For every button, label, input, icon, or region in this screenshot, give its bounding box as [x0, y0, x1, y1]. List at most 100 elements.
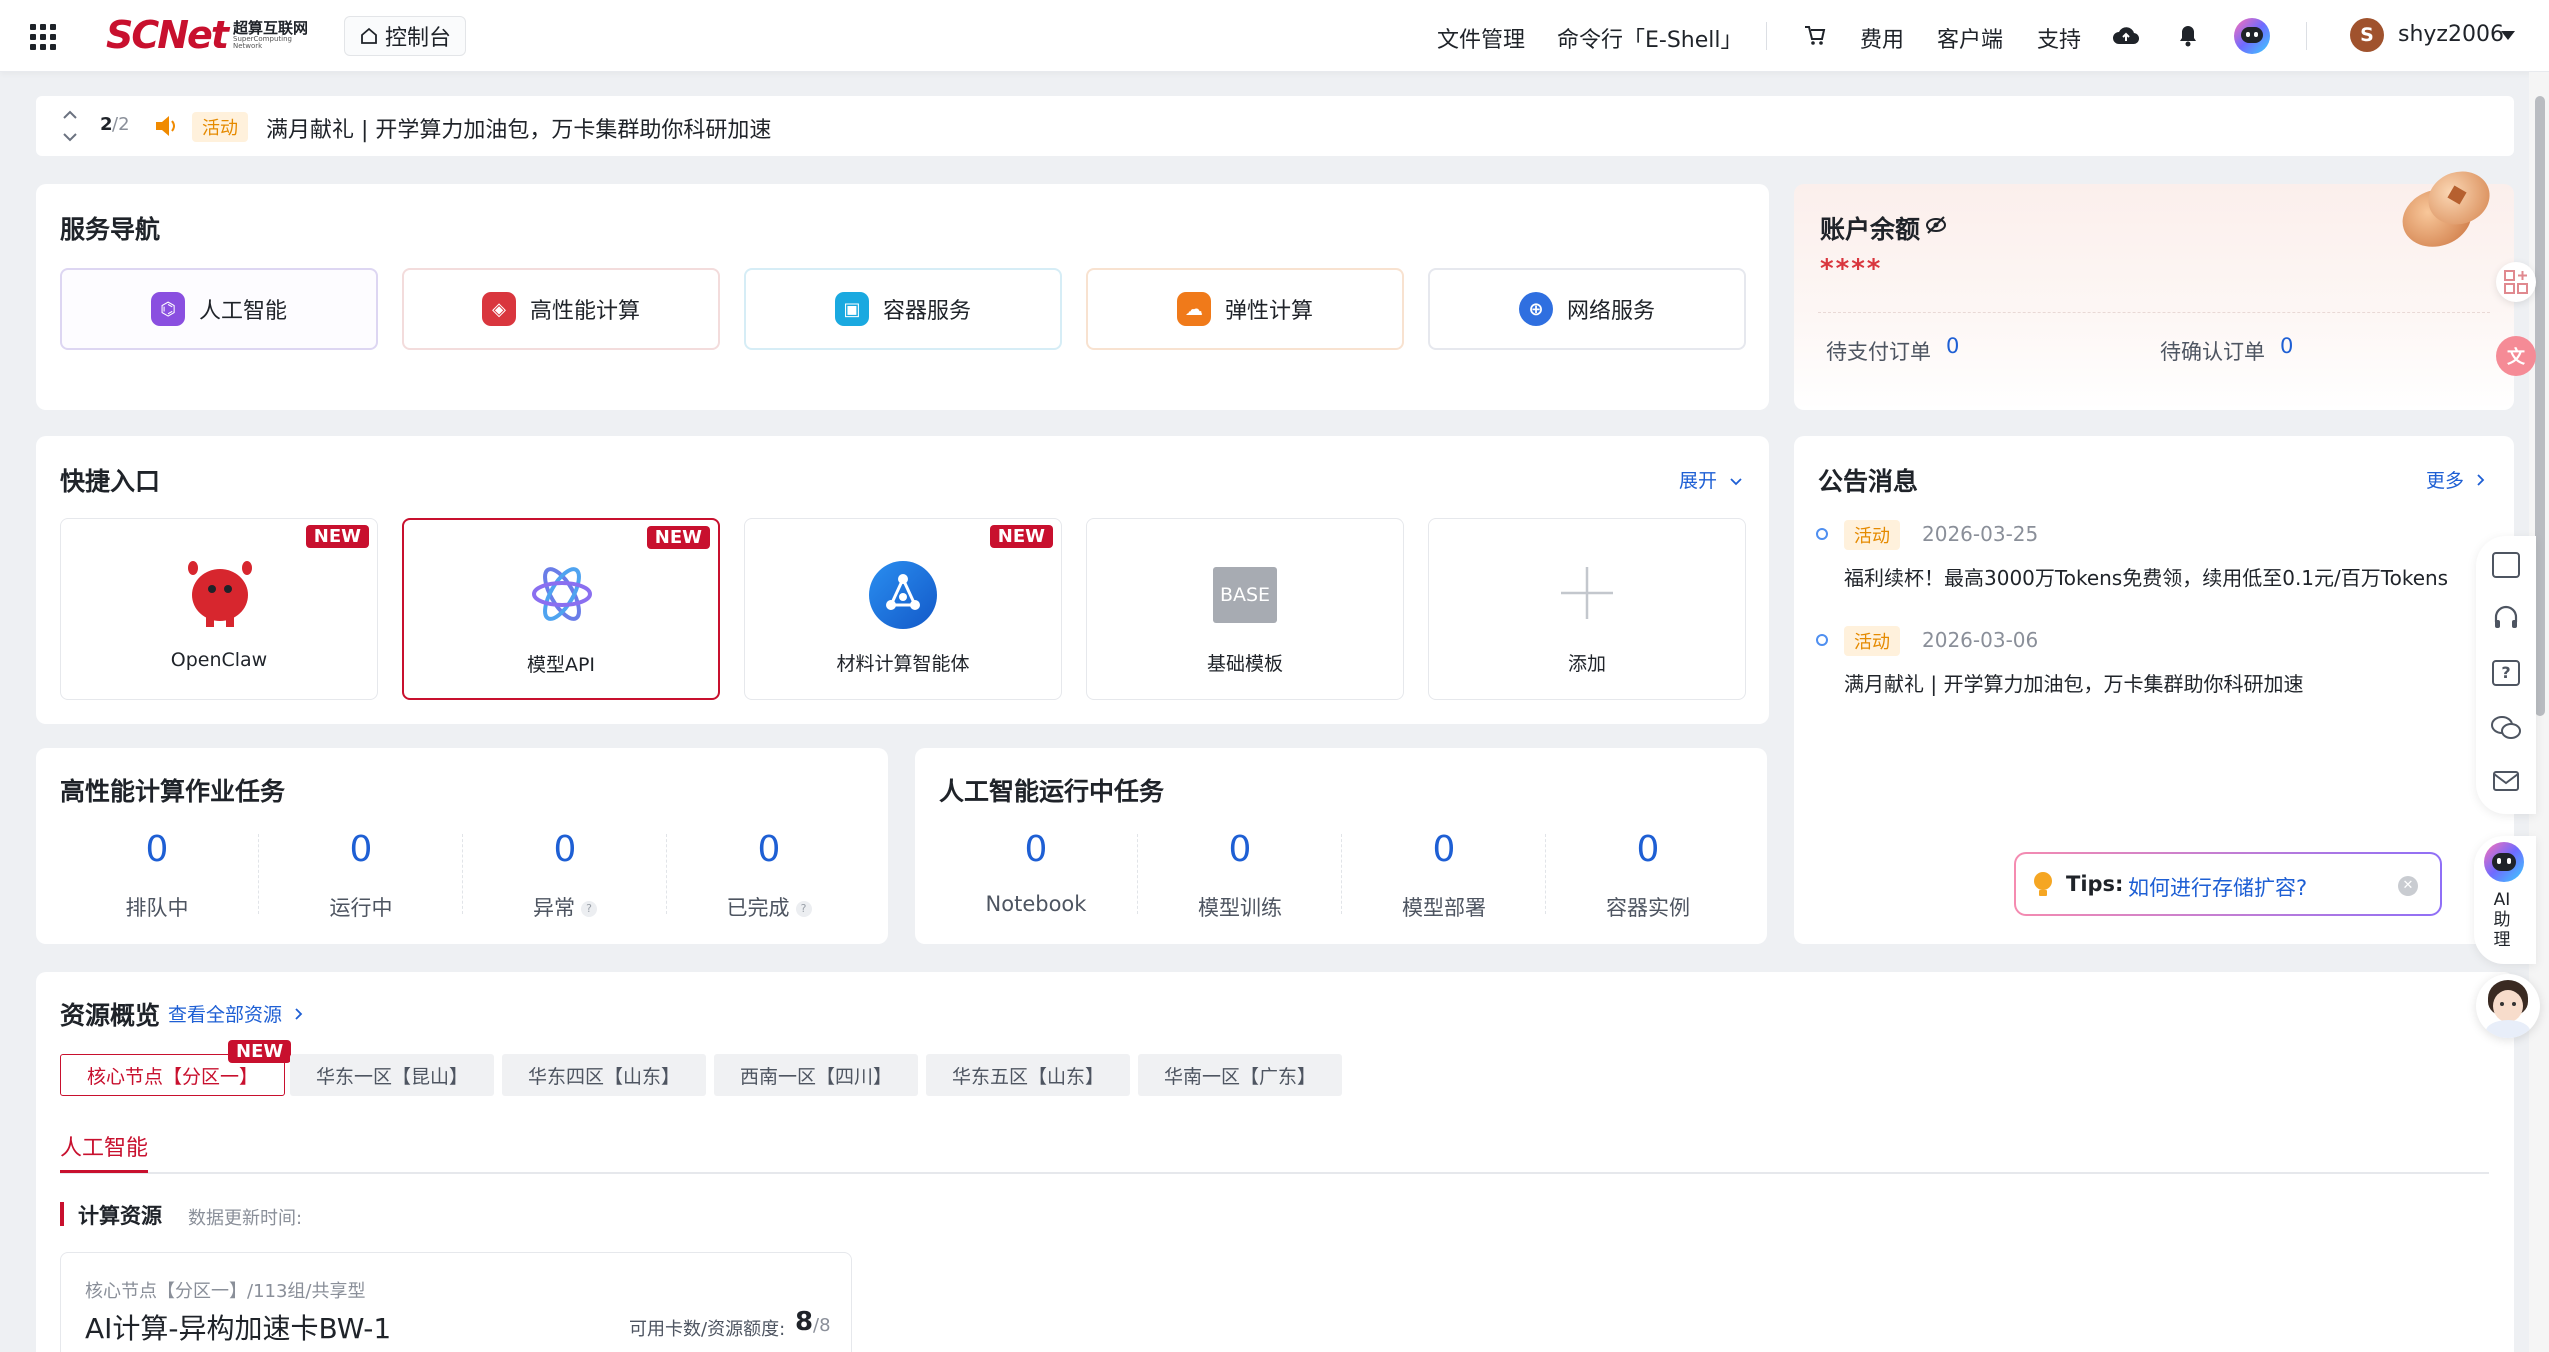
stat-label: 排队中	[125, 896, 189, 920]
notice-text[interactable]: 福利续杯！最高3000万Tokens免费领，续用低至0.1元/百万Tokens	[1844, 562, 2448, 591]
widget-add-button[interactable]	[2496, 262, 2536, 302]
stat-label: 模型训练	[1198, 896, 1282, 920]
user-avatar[interactable]: S	[2350, 18, 2384, 52]
apps-grid-icon[interactable]	[30, 24, 56, 50]
region-tab-xinan1[interactable]: 西南一区【四川】	[714, 1054, 919, 1096]
new-badge: NEW	[228, 1040, 292, 1063]
stat-label: 容器实例	[1606, 896, 1690, 920]
quick-entry-material-agent[interactable]: NEW 材料计算智能体	[744, 518, 1062, 700]
cloud-upload-icon[interactable]	[2112, 24, 2140, 48]
stat-completed[interactable]: 0 已完成?	[667, 832, 871, 922]
region-tab-huanan1[interactable]: 华南一区【广东】	[1138, 1054, 1343, 1096]
pending-confirm-count[interactable]: 0	[2280, 334, 2293, 358]
new-badge: NEW	[989, 525, 1053, 548]
stat-running[interactable]: 0 运行中	[259, 832, 463, 922]
wechat-icon[interactable]	[2490, 714, 2522, 742]
stat-value: 0	[757, 829, 781, 870]
quick-entry-openclaw[interactable]: NEW OpenClaw	[60, 518, 378, 700]
banner-text[interactable]: 满月献礼 | 开学算力加油包，万卡集群助你科研加速	[266, 112, 771, 144]
service-container-label: 容器服务	[882, 299, 971, 324]
tab-divider	[60, 1172, 2489, 1174]
speaker-icon	[156, 116, 175, 136]
service-network-button[interactable]: ⊕ 网络服务	[1428, 268, 1746, 350]
tab-ai[interactable]: 人工智能	[60, 1130, 148, 1162]
cart-icon[interactable]	[1804, 24, 1826, 46]
view-all-resources-link[interactable]: 查看全部资源	[168, 1000, 304, 1027]
mail-icon[interactable]	[2492, 768, 2520, 794]
help-doc-icon[interactable]: ?	[2492, 660, 2520, 686]
quick-entry-model-api[interactable]: NEW 模型API	[402, 518, 720, 700]
stat-container[interactable]: 0 容器实例	[1546, 832, 1750, 922]
region-tab-huadong1[interactable]: 华东一区【昆山】	[290, 1054, 495, 1096]
service-network-label: 网络服务	[1566, 299, 1655, 324]
expand-label: 展开	[1678, 470, 1717, 492]
service-ai-button[interactable]: ⌬ 人工智能	[60, 268, 378, 350]
nav-client[interactable]: 客户端	[1937, 22, 2003, 54]
pending-confirm-label: 待确认订单	[2160, 340, 2265, 364]
stat-deploy[interactable]: 0 模型部署	[1342, 832, 1546, 922]
active-tab-indicator	[60, 1170, 148, 1173]
translate-icon[interactable]: 文	[2496, 336, 2536, 376]
new-badge: NEW	[646, 526, 710, 549]
nav-support[interactable]: 支持	[2037, 22, 2081, 54]
caret-down-icon[interactable]	[2500, 30, 2516, 42]
openclaw-icon	[186, 561, 254, 627]
more-label: 更多	[2425, 470, 2464, 492]
nav-eshell[interactable]: 命令行「E-Shell」	[1557, 22, 1743, 54]
notice-text[interactable]: 满月献礼 | 开学算力加油包，万卡集群助你科研加速	[1844, 668, 2303, 697]
close-icon[interactable]: ✕	[2398, 876, 2418, 896]
help-icon[interactable]: ?	[795, 901, 812, 917]
stat-error[interactable]: 0 异常?	[463, 832, 667, 922]
ai-bot-icon[interactable]	[2234, 18, 2270, 54]
banner-up-down-icon[interactable]	[62, 108, 78, 144]
region-tab-huadong5[interactable]: 华东五区【山东】	[926, 1054, 1131, 1096]
tips-link[interactable]: 如何进行存储扩容?	[2128, 872, 2307, 902]
header-divider	[1766, 22, 1767, 50]
stat-value: 0	[349, 829, 373, 870]
quick-entry-label: 材料计算智能体	[836, 653, 970, 675]
username[interactable]: shyz2006	[2398, 22, 2504, 47]
timeline-dot	[1816, 528, 1828, 540]
stat-label: 已完成	[726, 896, 790, 920]
tips-popup[interactable]: Tips: 如何进行存储扩容? ✕	[2014, 852, 2442, 916]
notices-more-link[interactable]: 更多	[2426, 466, 2486, 493]
page-scrollbar-thumb[interactable]	[2535, 96, 2545, 716]
help-icon[interactable]: ?	[581, 901, 597, 917]
ai-assistant-label: AI助理	[2493, 890, 2511, 950]
ai-assistant-button[interactable]: AI助理	[2474, 836, 2536, 964]
resources-title: 资源概览	[60, 1001, 161, 1030]
document-edit-icon[interactable]	[2492, 552, 2520, 578]
notice-tag: 活动	[1844, 626, 1900, 656]
console-button[interactable]: 控制台	[344, 16, 467, 56]
nav-billing[interactable]: 费用	[1860, 22, 1904, 54]
region-tab-huadong4[interactable]: 华东四区【山东】	[502, 1054, 707, 1096]
announcement-banner[interactable]: 2 /2 活动 满月献礼 | 开学算力加油包，万卡集群助你科研加速	[36, 96, 2514, 156]
molecule-icon	[869, 561, 937, 629]
nav-file-manager[interactable]: 文件管理	[1437, 22, 1525, 54]
activity-tag: 活动	[192, 112, 248, 142]
service-nav-title: 服务导航	[60, 215, 161, 244]
quick-entry-add[interactable]: 添加	[1428, 518, 1746, 700]
banner-page-current: 2	[100, 114, 113, 135]
service-elastic-button[interactable]: ☁ 弹性计算	[1086, 268, 1404, 350]
chevron-right-icon	[295, 1008, 303, 1020]
stat-queued[interactable]: 0 排队中	[55, 832, 259, 922]
headset-icon[interactable]	[2492, 604, 2520, 632]
service-container-button[interactable]: ▣ 容器服务	[744, 268, 1062, 350]
ai-tasks-title: 人工智能运行中任务	[939, 777, 1165, 806]
scnet-logo[interactable]: SCNet 超算互联网 SuperComputing Network	[106, 12, 313, 58]
resource-card[interactable]: 核心节点【分区一】/113组/共享型 AI计算-异构加速卡BW-1 可用卡数/资…	[60, 1252, 852, 1352]
right-tool-rail: ?	[2476, 536, 2536, 814]
stat-label: Notebook	[985, 892, 1087, 916]
stat-training[interactable]: 0 模型训练	[1138, 832, 1342, 922]
service-hpc-button[interactable]: ◈ 高性能计算	[402, 268, 720, 350]
bell-icon[interactable]	[2176, 22, 2200, 48]
eye-hidden-icon[interactable]	[1924, 214, 1948, 236]
pending-pay-count[interactable]: 0	[1946, 334, 1959, 358]
expand-toggle[interactable]: 展开	[1679, 466, 1743, 493]
top-header: SCNet 超算互联网 SuperComputing Network 控制台 文…	[0, 0, 2549, 72]
stat-notebook[interactable]: 0 Notebook	[934, 832, 1138, 917]
virtual-agent-avatar[interactable]	[2476, 974, 2540, 1038]
quick-entry-base-template[interactable]: BASE 基础模板	[1086, 518, 1404, 700]
tips-label: Tips:	[2066, 872, 2124, 896]
